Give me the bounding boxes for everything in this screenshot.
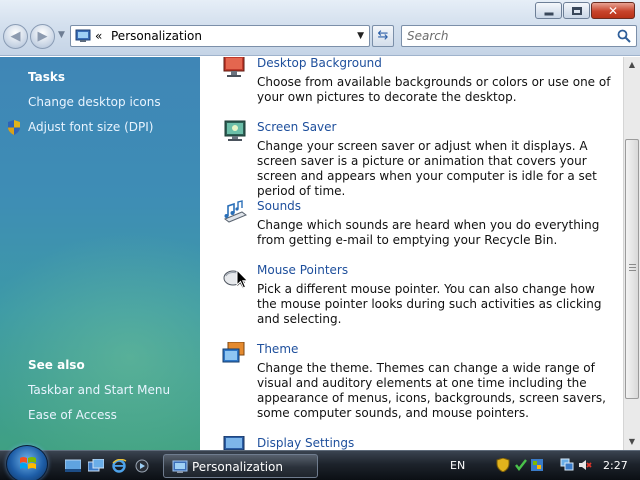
switch-windows-icon[interactable] <box>88 459 104 473</box>
task-change-desktop-icons[interactable]: Change desktop icons <box>28 95 161 109</box>
display-settings-link[interactable]: Display Settings <box>257 436 354 450</box>
refresh-button[interactable]: ⇆ <box>372 25 394 47</box>
task-adjust-font-size[interactable]: Adjust font size (DPI) <box>28 120 153 134</box>
personalization-content: Desktop Background Choose from available… <box>200 57 623 450</box>
breadcrumb-personalization[interactable]: Personalization <box>111 29 202 43</box>
screen-saver-description: Change your screen saver or adjust when … <box>257 139 597 198</box>
security-shield-icon[interactable] <box>496 458 510 472</box>
display-settings-icon <box>223 436 245 450</box>
internet-explorer-icon[interactable] <box>111 459 127 473</box>
system-clock[interactable]: 2:27 <box>603 459 628 472</box>
breadcrumb-overflow[interactable]: « <box>95 29 102 43</box>
taskbar-button-label: Personalization <box>192 460 283 474</box>
start-button[interactable] <box>6 445 48 480</box>
mouse-pointers-description: Pick a different mouse pointer. You can … <box>257 282 602 326</box>
window-controls: ✕ <box>534 2 635 19</box>
taskbar: Personalization EN 2:27 <box>0 445 640 480</box>
tasks-heading: Tasks <box>28 70 66 84</box>
mouse-pointers-link[interactable]: Mouse Pointers <box>257 263 348 277</box>
search-box[interactable] <box>401 25 637 47</box>
theme-description: Change the theme. Themes can change a wi… <box>257 361 606 420</box>
sounds-link[interactable]: Sounds <box>257 199 301 213</box>
theme-icon <box>222 342 245 363</box>
forward-arrow-icon: ▶ <box>37 28 48 44</box>
windows-logo-icon <box>20 457 36 469</box>
desktop-background-link[interactable]: Desktop Background <box>257 57 382 70</box>
see-also-ease-of-access[interactable]: Ease of Access <box>28 408 117 422</box>
desktop-background-description: Choose from available backgrounds or col… <box>257 75 611 104</box>
search-icon[interactable] <box>616 28 632 44</box>
scroll-grip-icon <box>629 264 636 271</box>
back-button[interactable]: ◀ <box>3 24 28 49</box>
theme-link[interactable]: Theme <box>257 342 298 356</box>
sounds-description: Change which sounds are heard when you d… <box>257 218 600 247</box>
windows-defender-icon[interactable] <box>514 458 528 472</box>
close-button[interactable]: ✕ <box>591 2 635 19</box>
address-dropdown-icon[interactable]: ▼ <box>357 31 364 41</box>
window-titlebar: ✕ ◀ ▶ ▼ « Personalization ▼ ⇆ <box>0 0 640 56</box>
recent-pages-dropdown[interactable]: ▼ <box>58 30 65 40</box>
minimize-icon <box>544 12 553 15</box>
address-bar[interactable]: « Personalization ▼ <box>70 25 370 47</box>
scroll-thumb[interactable] <box>625 139 639 399</box>
see-also-taskbar-start-menu[interactable]: Taskbar and Start Menu <box>28 383 170 397</box>
network-icon[interactable] <box>560 458 574 472</box>
see-also-heading: See also <box>28 358 85 372</box>
forward-button[interactable]: ▶ <box>30 24 55 49</box>
minimize-button[interactable] <box>535 2 562 19</box>
search-input[interactable] <box>407 26 607 46</box>
windows-update-icon[interactable] <box>530 458 544 472</box>
vertical-scrollbar[interactable]: ▲ ▼ <box>623 57 640 450</box>
task-pane: Tasks Change desktop icons Adjust font s… <box>0 57 200 450</box>
uac-shield-icon <box>8 120 20 135</box>
control-panel-icon <box>75 29 91 42</box>
screen-saver-link[interactable]: Screen Saver <box>257 120 336 134</box>
navigation-row: ◀ ▶ ▼ « Personalization ▼ ⇆ <box>0 24 640 50</box>
maximize-icon <box>571 6 582 15</box>
screen-saver-icon <box>224 120 246 141</box>
control-panel-icon <box>172 460 188 473</box>
language-indicator[interactable]: EN <box>450 459 465 472</box>
taskbar-button-personalization[interactable]: Personalization <box>163 454 318 478</box>
show-desktop-icon[interactable] <box>65 459 81 473</box>
sounds-icon <box>223 200 248 223</box>
close-icon: ✕ <box>607 3 619 18</box>
back-arrow-icon: ◀ <box>10 28 21 44</box>
scroll-up-button[interactable]: ▲ <box>624 57 640 73</box>
scroll-down-button[interactable]: ▼ <box>624 434 640 450</box>
mouse-cursor-icon <box>236 269 249 289</box>
desktop-background-icon <box>223 57 245 77</box>
refresh-icon: ⇆ <box>377 28 389 43</box>
volume-muted-icon[interactable] <box>578 458 592 472</box>
maximize-button[interactable] <box>563 2 590 19</box>
windows-media-player-icon[interactable] <box>134 459 150 473</box>
